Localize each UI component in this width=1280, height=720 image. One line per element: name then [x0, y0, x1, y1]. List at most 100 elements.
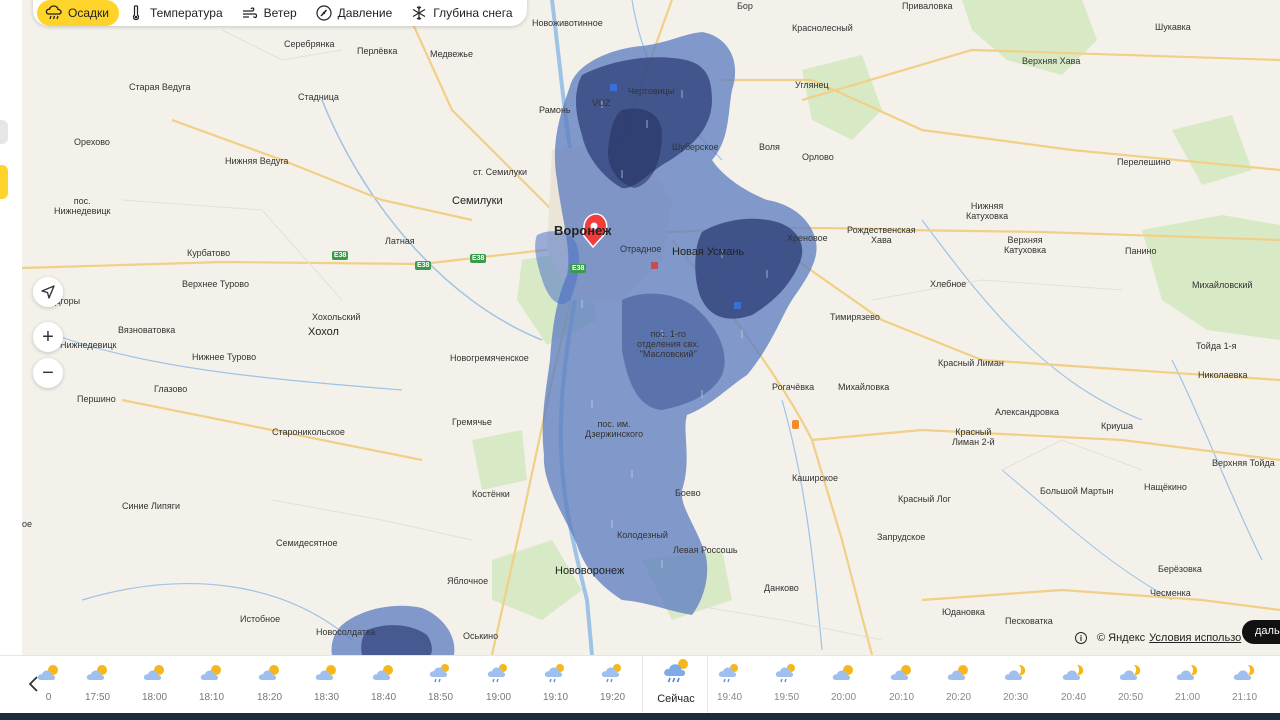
place-label-kriusha: Криуша: [1101, 421, 1134, 431]
timeline-slot[interactable]: 18:10: [183, 656, 240, 714]
light-rain-icon: [774, 662, 800, 684]
timeline-time-label: 20:00: [830, 692, 857, 703]
place-label-verkhnyaya-khava: Верхняя Хава: [1022, 56, 1081, 66]
map-base-layer: [22, 0, 1280, 655]
timeline-slot[interactable]: 21:10: [1216, 656, 1273, 714]
place-label-bolshoy-martyn: Большой Мартын: [1040, 486, 1114, 496]
place-label-sinie-lipyagi: Синие Липяги: [122, 501, 181, 511]
place-label-oe: ое: [22, 519, 33, 529]
timeline-slot-now[interactable]: Сейчас: [642, 656, 708, 714]
chevron-left-icon: [28, 676, 38, 692]
place-label-shuberskoe: Шуберское: [672, 142, 719, 152]
timeline-time-label: 18:20: [256, 692, 283, 703]
place-label-toyda: Тойда 1-я: [1196, 341, 1237, 351]
place-label-krasny-liman: Красный Лиман: [938, 358, 1004, 368]
place-label-semiluki: Семилуки: [452, 195, 503, 207]
terms-link[interactable]: Условия использо: [1149, 632, 1241, 644]
precipitation-icon: [45, 4, 63, 22]
tab-pressure[interactable]: Давление: [307, 0, 403, 26]
place-label-novozhivotinnoe: Новоживотинное: [532, 18, 603, 28]
timeline-slot[interactable]: 18:30: [298, 656, 355, 714]
place-label-khokholsky: Хохольский: [312, 312, 361, 322]
timeline-prev-button[interactable]: [22, 672, 44, 696]
place-label-nizhnee-turovo: Нижнее Турово: [192, 352, 257, 362]
place-label-pos-1go-otdeleniya: пос. 1-го отделения свх. "Масловский": [637, 329, 700, 359]
place-label-mikhaylovka: Михайловка: [838, 382, 890, 392]
place-label-novosoldatka: Новосолдатка: [316, 627, 376, 637]
place-label-chertovitsy: Чертовицы: [628, 86, 675, 96]
place-label-kurbatovo: Курбатово: [187, 248, 231, 258]
info-icon[interactable]: i: [1075, 632, 1087, 644]
timeline-slot[interactable]: 17:50: [69, 656, 126, 714]
place-label-vyaznovatovka: Вязноватовка: [118, 325, 176, 335]
timeline-time-label: 19:40: [716, 692, 743, 703]
place-label-medvezhe: Медвежье: [430, 49, 473, 59]
place-label-novogremyachenskoe: Новогремяченское: [450, 353, 529, 363]
partly-cloudy-icon: [371, 662, 397, 684]
timeline-slot[interactable]: 18:20: [241, 656, 298, 714]
tab-label: Ветер: [263, 6, 297, 20]
timeline-slot[interactable]: 19:20: [584, 656, 641, 714]
light-rain-icon: [428, 662, 454, 684]
map-canvas[interactable]: Новоживотинное Бор Краснолесный Приваловка Ш…: [22, 0, 1280, 655]
place-label-rogachevka: Рогачёвка: [772, 382, 815, 392]
place-label-semidesyatnoe: Семидесятное: [276, 538, 338, 548]
place-label-timiryazevo: Тимирязево: [830, 312, 880, 322]
further-button[interactable]: даль: [1242, 620, 1280, 644]
thermometer-icon: [127, 4, 145, 22]
timeline-time-label: 21:00: [1174, 692, 1201, 703]
tab-precipitation[interactable]: Осадки: [37, 0, 119, 26]
partly-cloudy-icon: [946, 662, 972, 684]
forecast-timeline: 0 17:50 18:00 18:10 18:20 18:30 18:40 18:50 19:0…: [0, 655, 1280, 714]
tab-wind[interactable]: Ветер: [233, 0, 307, 26]
place-label-nikolaevka: Николаевка: [1198, 370, 1248, 380]
timeline-slot[interactable]: 20:10: [873, 656, 930, 714]
place-label-ramon: Рамонь: [539, 105, 571, 115]
timeline-time-label: 18:40: [370, 692, 397, 703]
timeline-slot[interactable]: 20:40: [1045, 656, 1102, 714]
place-label-orekhovo: Орехово: [74, 137, 110, 147]
timeline-slot[interactable]: 20:20: [930, 656, 987, 714]
timeline-slot[interactable]: 21:00: [1159, 656, 1216, 714]
timeline-time-label: 20:20: [945, 692, 972, 703]
timeline-slot[interactable]: 20:50: [1102, 656, 1159, 714]
partly-cloudy-icon: [199, 662, 225, 684]
timeline-slot[interactable]: 19:00: [470, 656, 527, 714]
zoom-out-button[interactable]: −: [33, 358, 63, 388]
timeline-slot[interactable]: 20:00: [815, 656, 872, 714]
place-label-serebryanka: Серебрянка: [284, 39, 335, 49]
timeline-slot[interactable]: 20:30: [987, 656, 1044, 714]
place-label-dankovo: Данково: [764, 583, 799, 593]
timeline-slot[interactable]: 18:40: [355, 656, 412, 714]
timeline-slot[interactable]: 18:50: [412, 656, 469, 714]
place-label-boevo: Боево: [675, 488, 701, 498]
place-label-khrenovoe: Хреновое: [787, 233, 828, 243]
place-label-staraya-vedugа: Старая Ведуга: [129, 82, 191, 92]
place-label-staronikolskoe: Староникольское: [272, 427, 345, 437]
light-rain-icon: [543, 662, 569, 684]
place-label-kashirskoe: Каширское: [792, 473, 839, 483]
timeline-slot[interactable]: 18:00: [126, 656, 183, 714]
map-copyright: i © Яндекс Условия использо: [1075, 632, 1241, 644]
tab-temperature[interactable]: Температура: [119, 0, 233, 26]
place-label-privalovka: Приваловка: [902, 1, 953, 11]
road-badge-e38: E38: [332, 251, 349, 260]
place-label-novovoronezh: Нововоронеж: [555, 565, 625, 577]
panel-handle[interactable]: [0, 120, 8, 144]
tab-snow-depth[interactable]: Глубина снега: [402, 0, 522, 26]
timeline-slot[interactable]: 19:50: [758, 656, 815, 714]
locate-me-button[interactable]: [33, 277, 63, 307]
light-rain-icon: [717, 662, 743, 684]
timeline-slot[interactable]: 19:10: [527, 656, 584, 714]
wind-icon: [241, 4, 259, 22]
panel-active-marker[interactable]: [0, 165, 8, 199]
tab-label: Осадки: [68, 6, 109, 20]
place-label-novaya-usman: Новая Усмань: [672, 246, 745, 258]
place-label-krasnolesny: Краснолесный: [792, 23, 853, 33]
place-label-verkhnee-turovo: Верхнее Турово: [182, 279, 249, 289]
zoom-in-button[interactable]: +: [33, 322, 63, 352]
partly-cloudy-icon: [831, 662, 857, 684]
timeline-time-label: 18:00: [141, 692, 168, 703]
timeline-slot[interactable]: 19:40: [701, 656, 758, 714]
place-label-verkhnyaya-katukhovka: Верхняя Катуховка: [1004, 235, 1047, 255]
